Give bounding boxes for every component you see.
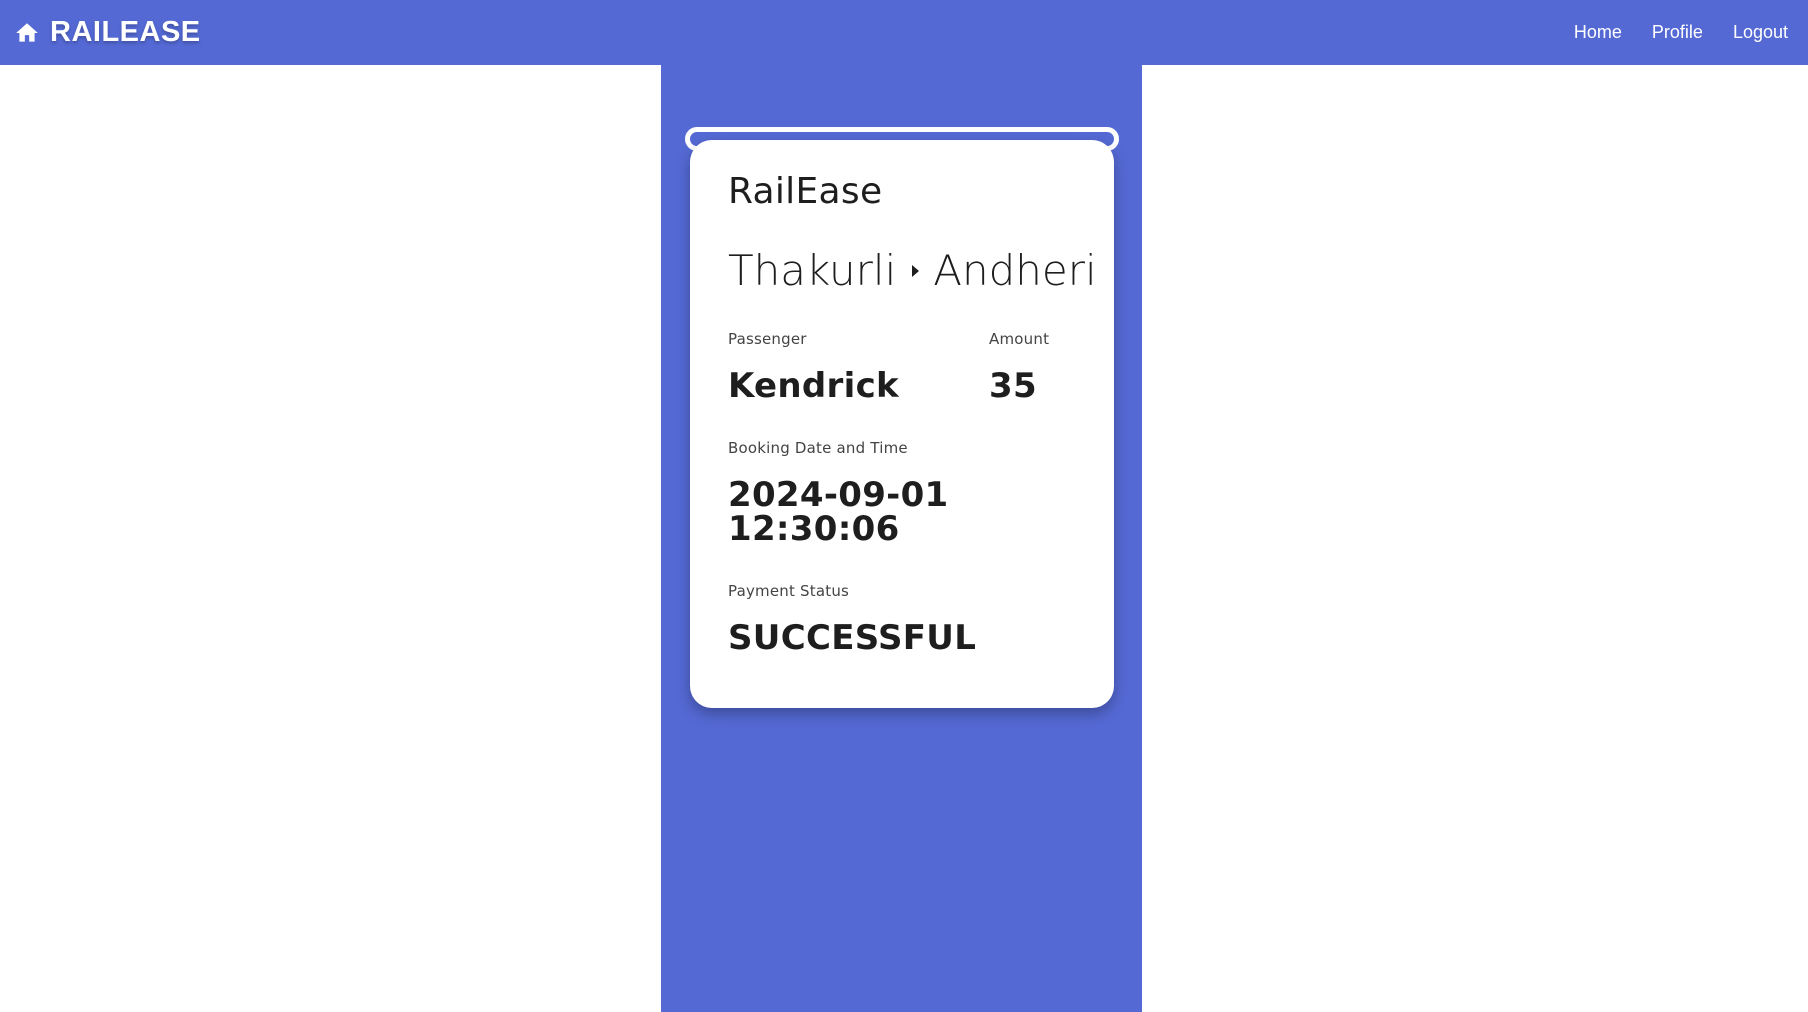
- brand-name: RAILEASE: [50, 16, 201, 48]
- nav-logout-link[interactable]: Logout: [1733, 22, 1788, 43]
- route: Thakurli Andheri: [728, 246, 1097, 295]
- route-from: Thakurli: [728, 246, 897, 295]
- passenger-value: Kendrick: [728, 366, 899, 406]
- passenger-label: Passenger: [728, 330, 807, 348]
- brand-link[interactable]: RAILEASE: [14, 16, 201, 49]
- home-icon: [16, 22, 38, 42]
- amount-value: 35: [989, 366, 1037, 406]
- nav-links: Home Profile Logout: [1574, 22, 1788, 43]
- passenger-amount-row: Passenger Kendrick Amount 35: [728, 330, 1076, 406]
- booking-field: Booking Date and Time 2024-09-01 12:30:0…: [728, 439, 1076, 549]
- payment-status-field: Payment Status SUCCESSFUL: [728, 582, 1076, 658]
- booking-label: Booking Date and Time: [728, 439, 908, 457]
- passenger-field: Passenger Kendrick: [728, 330, 989, 406]
- amount-label: Amount: [989, 330, 1050, 348]
- nav-profile-link[interactable]: Profile: [1652, 22, 1703, 43]
- payment-status-value: SUCCESSFUL: [728, 618, 977, 658]
- arrow-right-icon: [912, 265, 920, 277]
- payment-status-label: Payment Status: [728, 582, 850, 600]
- ticket-card: RailEase Thakurli Andheri Passenger Kend…: [690, 140, 1114, 708]
- amount-field: Amount 35: [989, 330, 1050, 406]
- booking-value: 2024-09-01 12:30:06: [728, 475, 949, 549]
- route-to: Andheri: [933, 246, 1097, 295]
- navbar: RAILEASE Home Profile Logout: [0, 0, 1808, 65]
- ticket-title: RailEase: [728, 171, 883, 212]
- nav-home-link[interactable]: Home: [1574, 22, 1622, 43]
